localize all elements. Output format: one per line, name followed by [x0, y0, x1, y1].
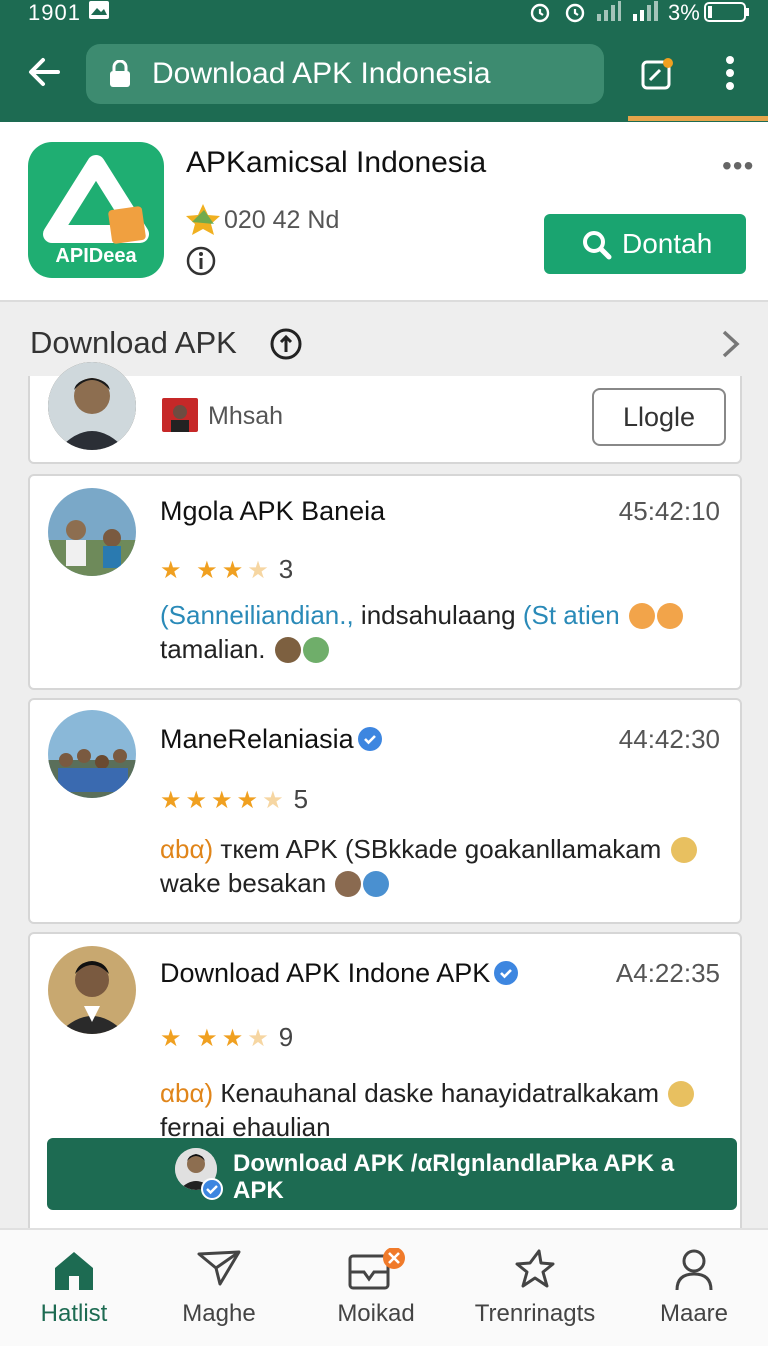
star-rating: ★ ★★★ 9 [160, 1022, 294, 1052]
review-text: (Sanneiliandian., indsahulaang (St atien… [160, 598, 720, 666]
tabs-icon[interactable] [640, 58, 676, 97]
nav-label: Maare [659, 1300, 729, 1327]
star-rating: ★★★★★ 5 [160, 784, 309, 814]
download-banner[interactable]: Download APK /αRlgnlandlaPka APK a APK [47, 1138, 737, 1210]
section-title: Download APK [30, 325, 237, 360]
url-text: Download APK Indonesia [152, 57, 491, 90]
nav-item-trending[interactable]: Trenrinagts [456, 1230, 614, 1346]
bottom-navigation: Hatlist Maghe Moikad Trenrinagts Maare [0, 1228, 768, 1346]
nav-item-inbox[interactable]: Moikad [300, 1230, 452, 1346]
menu-dots-icon[interactable] [722, 54, 738, 97]
gallery-notification-icon [88, 0, 110, 26]
more-options-icon[interactable]: ••• [722, 150, 754, 182]
reviewer-name: Download APK Indone APK [160, 958, 519, 989]
chevron-right-icon[interactable] [720, 328, 742, 365]
user-name: Mhsah [208, 402, 284, 430]
info-icon[interactable] [186, 246, 216, 281]
download-banner-text: Download APK /αRlgnlandlaPka APK a APK [233, 1150, 675, 1204]
emoji-icon [274, 637, 301, 663]
partial-user-card: Mhsah Llogle [28, 362, 742, 464]
verified-badge-icon [201, 1178, 223, 1205]
avatar [48, 946, 136, 1034]
avatar [48, 488, 136, 576]
alarm-icon [528, 0, 552, 30]
app-header-card: APIDeea APKamicsal Indonesia 020 42 Nd •… [0, 122, 768, 302]
progress-indicator [628, 116, 768, 121]
status-time: 1901 [28, 0, 81, 25]
lock-icon [108, 59, 132, 93]
nav-label: Hatlist [40, 1300, 108, 1327]
nav-label: Trenrinagts [474, 1300, 596, 1327]
review-time: 45:42:10 [618, 496, 720, 526]
app-title: APKamicsal Indonesia [186, 146, 487, 179]
battery-percent: 3% [668, 0, 700, 25]
back-arrow-icon[interactable] [26, 54, 62, 95]
emoji-icon [628, 603, 655, 629]
app-rating: 020 42 Nd [224, 206, 340, 234]
emoji-icon [668, 1081, 695, 1107]
review-time: 44:42:30 [618, 724, 720, 754]
home-icon [51, 1248, 97, 1299]
user-thumbnail-icon [162, 398, 198, 437]
avatar [48, 710, 136, 798]
emoji-icon [363, 871, 390, 897]
send-icon [196, 1248, 242, 1295]
inbox-icon [344, 1247, 408, 1299]
battery-icon [704, 2, 750, 28]
verified-badge-icon [494, 961, 519, 985]
reviewer-name: Mgola APK Baneia [160, 496, 386, 526]
rating-count: 3 [278, 554, 294, 584]
signal-icon-2 [632, 0, 660, 28]
rating-count: 9 [278, 1022, 294, 1052]
download-button-label: Dontah [622, 228, 713, 259]
nav-label: Maghe [182, 1300, 256, 1327]
top-app-bar: 1901 3% Download APK Indonesia [0, 0, 768, 122]
reviewer-name: ManeRelaniasia [160, 724, 382, 755]
follow-button[interactable]: Llogle [592, 388, 726, 446]
app-icon-label: APIDeea [55, 245, 137, 267]
avatar [48, 362, 136, 450]
review-text: αbα) ткem APK (SBkkade goakanllamakam wa… [160, 832, 720, 900]
emoji-icon [670, 837, 697, 863]
star-rating: ★ ★★★ 3 [160, 554, 294, 584]
emoji-icon [656, 603, 683, 629]
download-button[interactable]: Dontah [544, 214, 746, 274]
rating-count: 5 [293, 784, 309, 814]
review-card-2: ManeRelaniasia 44:42:30 ★★★★★ 5 αbα) ткem… [28, 698, 742, 924]
nav-item-send[interactable]: Maghe [146, 1230, 292, 1346]
app-icon[interactable]: APIDeea [28, 142, 164, 278]
alarm-icon-2 [563, 0, 587, 30]
verified-badge-icon [357, 727, 382, 751]
review-time: A4:22:35 [615, 958, 720, 988]
emoji-icon [302, 637, 329, 663]
status-bar: 1901 3% [0, 0, 768, 28]
nav-label: Moikad [337, 1300, 415, 1327]
emoji-icon [335, 871, 362, 897]
search-icon [582, 230, 612, 267]
person-icon [674, 1248, 714, 1299]
nav-item-home[interactable]: Hatlist [0, 1230, 148, 1346]
review-text: αbα) Кenauhanal daske hanayidatralkakam … [160, 1076, 720, 1144]
address-bar[interactable]: Download APK Indonesia [86, 44, 604, 104]
star-icon [513, 1248, 557, 1299]
review-card-1: Mgola APK Baneia 45:42:10 ★ ★★★ 3 (Sannei… [28, 474, 742, 690]
signal-icon [596, 0, 622, 28]
star-badge-icon [184, 202, 222, 241]
upload-info-icon[interactable] [270, 328, 302, 365]
nav-item-profile[interactable]: Maare [620, 1230, 768, 1346]
